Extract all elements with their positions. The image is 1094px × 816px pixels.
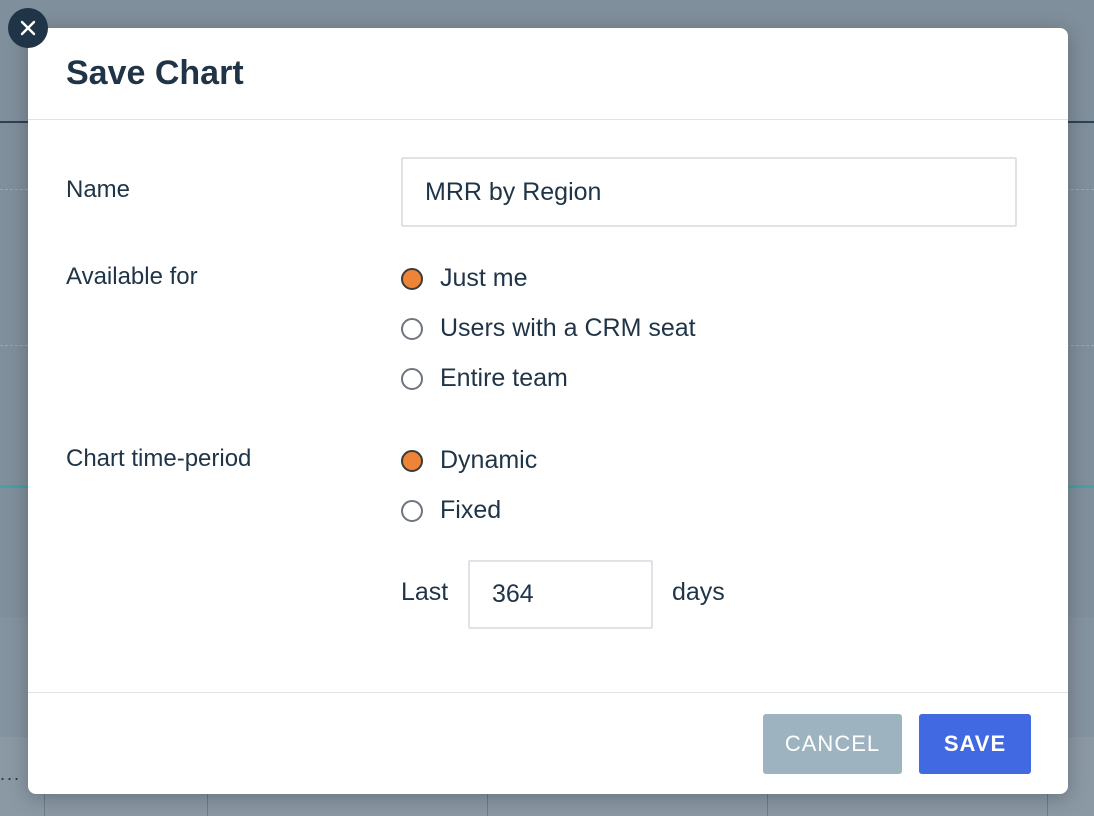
- days-label: days: [672, 578, 725, 606]
- radio-circle-checked: [401, 267, 423, 290]
- cancel-button[interactable]: CANCEL: [763, 714, 902, 774]
- days-count-input[interactable]: [468, 560, 653, 629]
- chart-name-input[interactable]: [401, 157, 1017, 227]
- radio-label: Fixed: [440, 496, 502, 524]
- radio-circle: [401, 499, 423, 522]
- available-for-label: Available for: [66, 263, 198, 290]
- radio-label: Users with a CRM seat: [440, 314, 696, 342]
- radio-dynamic[interactable]: Dynamic: [401, 446, 537, 475]
- radio-label: Just me: [440, 264, 528, 292]
- radio-just-me[interactable]: Just me: [401, 264, 528, 293]
- radio-circle: [401, 367, 423, 390]
- radio-circle: [401, 317, 423, 340]
- radio-fixed[interactable]: Fixed: [401, 496, 501, 525]
- close-icon: [20, 20, 36, 36]
- dialog-title: Save Chart: [66, 54, 244, 92]
- dialog-footer: CANCEL SAVE: [28, 692, 1068, 795]
- chart-time-period-label: Chart time-period: [66, 445, 252, 472]
- radio-circle-checked: [401, 449, 423, 472]
- radio-users-with-crm-seat[interactable]: Users with a CRM seat: [401, 314, 696, 343]
- save-chart-dialog: Save Chart Name Available for Just me Us…: [28, 28, 1068, 794]
- background-ellipsis: ...: [0, 764, 22, 784]
- radio-label: Entire team: [440, 364, 568, 392]
- name-label: Name: [66, 176, 131, 203]
- last-label: Last: [401, 578, 449, 606]
- dialog-header: Save Chart: [28, 28, 1068, 120]
- radio-entire-team[interactable]: Entire team: [401, 364, 568, 393]
- radio-label: Dynamic: [440, 446, 538, 474]
- save-button[interactable]: SAVE: [919, 714, 1031, 774]
- close-button[interactable]: [8, 8, 48, 48]
